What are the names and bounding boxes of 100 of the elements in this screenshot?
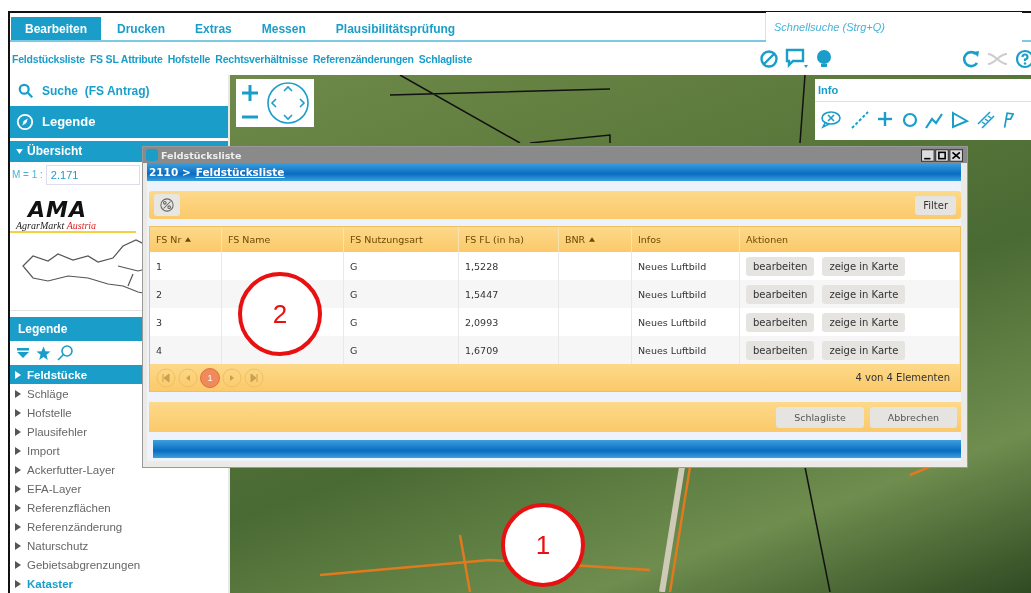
row-action-button[interactable]: bearbeiten xyxy=(746,284,815,304)
row-action-button[interactable]: zeige in Karte xyxy=(822,256,906,276)
legend-item[interactable]: Plausifehler xyxy=(10,422,228,441)
expand-arrow-icon xyxy=(15,427,21,436)
expand-arrow-icon xyxy=(15,389,21,398)
search-icon[interactable] xyxy=(57,345,73,361)
column-header[interactable]: FS Nr xyxy=(150,227,222,252)
legend-item[interactable]: Hofstelle xyxy=(10,403,228,422)
row-action-button[interactable]: bearbeiten xyxy=(746,256,815,276)
menu-tab[interactable]: Plausibilitätsprüfung xyxy=(321,17,470,40)
legend-item-label: Schläge xyxy=(27,387,69,400)
item-count: 4 von 4 Elementen xyxy=(855,372,950,383)
expand-arrow-icon xyxy=(15,408,21,417)
sort-ascending-icon xyxy=(589,237,596,242)
dialog-button[interactable]: Schlagliste xyxy=(776,406,864,428)
table-cell: 1,5228 xyxy=(465,260,499,272)
menu-tab[interactable]: Extras xyxy=(181,17,246,40)
table-cell: 1,6709 xyxy=(465,344,499,356)
filter-icon[interactable] xyxy=(16,346,30,360)
legend-item-label: Referenzänderung xyxy=(27,520,123,533)
row-action-button[interactable]: bearbeiten xyxy=(746,340,815,360)
circle-icon[interactable] xyxy=(902,112,918,128)
refresh-icon[interactable] xyxy=(961,48,981,69)
logo-name: AgrarMarkt Austria xyxy=(16,220,98,231)
star-icon[interactable] xyxy=(36,345,51,361)
column-header[interactable]: BNR xyxy=(559,227,632,252)
column-header[interactable]: Infos xyxy=(632,227,740,252)
column-header[interactable]: FS Name xyxy=(222,227,344,252)
pan-control-icon[interactable] xyxy=(266,81,310,125)
quick-search-field[interactable]: Schnellsuche (Strg+Q) xyxy=(766,11,1022,42)
compass-icon xyxy=(16,112,34,131)
last-page-icon[interactable] xyxy=(244,367,264,388)
menu-tab[interactable]: Drucken xyxy=(103,17,180,40)
legend-item[interactable]: Kataster xyxy=(10,574,228,593)
breadcrumb-number: 2110 > xyxy=(149,166,191,178)
expand-arrow-icon xyxy=(15,484,21,493)
expand-arrow-icon xyxy=(15,541,21,550)
row-action-button[interactable]: zeige in Karte xyxy=(822,312,906,332)
table-cell: 2,0993 xyxy=(465,316,499,328)
legend-item-label: Referenzflächen xyxy=(27,501,111,514)
scale-field[interactable]: 2.171 xyxy=(45,165,140,185)
row-action-button[interactable]: zeige in Karte xyxy=(822,340,906,360)
previous-page-icon[interactable] xyxy=(178,367,198,388)
help-icon[interactable] xyxy=(1015,48,1031,69)
legend-item[interactable]: Gebietsabgrenzungen xyxy=(10,555,228,574)
toolbar-link[interactable]: Referenzänderungen xyxy=(312,52,414,65)
reset-button[interactable] xyxy=(154,194,180,216)
filter-button[interactable]: Filter xyxy=(915,195,956,215)
hatched-strip-icon[interactable] xyxy=(976,110,996,130)
legend-item[interactable]: Ackerfutter-Layer xyxy=(10,460,228,479)
legend-item-label: Gebietsabgrenzungen xyxy=(27,558,141,571)
table-cell: 4 xyxy=(156,344,163,356)
row-action-button[interactable]: zeige in Karte xyxy=(822,284,906,304)
row-action-button[interactable]: bearbeiten xyxy=(746,312,815,332)
table-cell: Neues Luftbild xyxy=(638,316,707,328)
menu-tab[interactable]: Bearbeiten xyxy=(11,17,102,40)
legend-item-label: EFA-Layer xyxy=(27,482,82,495)
logo-mark: AMA xyxy=(26,200,88,220)
column-header[interactable]: FS Nutzungsart xyxy=(344,227,459,252)
legend-item-label: Naturschutz xyxy=(27,539,89,552)
legend-item-label: Feldstücke xyxy=(27,368,88,381)
search-label: Suche (FS Antrag) xyxy=(42,83,150,98)
table-cell: Neues Luftbild xyxy=(638,344,707,356)
column-header[interactable]: Aktionen xyxy=(740,227,960,252)
expand-arrow-icon xyxy=(15,522,21,531)
legend-button[interactable]: Legende xyxy=(10,106,228,138)
toolbar-link[interactable]: Schlagliste xyxy=(418,52,473,65)
toolbar-link[interactable]: Feldstücksliste xyxy=(12,52,85,65)
legend-item[interactable]: Referenzflächen xyxy=(10,498,228,517)
legend-item[interactable]: Referenzänderung xyxy=(10,517,228,536)
legend-item[interactable]: Naturschutz xyxy=(10,536,228,555)
expand-arrow-icon xyxy=(15,370,21,379)
caret-icon xyxy=(16,148,23,154)
speech-bubble-icon[interactable] xyxy=(785,47,809,70)
table-cell: 1 xyxy=(156,260,163,272)
search-link[interactable]: Suche (FS Antrag) xyxy=(10,75,228,107)
toolbar-link[interactable]: FS SL Attribute xyxy=(89,52,163,65)
expand-arrow-icon xyxy=(15,560,21,569)
expand-arrow-icon xyxy=(15,503,21,512)
flag-icon[interactable] xyxy=(1002,110,1014,130)
table-cell: G xyxy=(350,260,358,272)
toolbar-link[interactable]: Rechtsverhältnisse xyxy=(215,52,308,65)
column-header[interactable]: FS FL (in ha) xyxy=(459,227,559,252)
prohibited-icon[interactable] xyxy=(759,48,779,69)
window-buttons-icon[interactable] xyxy=(921,148,963,162)
toolbar-link[interactable]: Hofstelle xyxy=(167,52,211,65)
next-page-icon[interactable] xyxy=(222,367,242,388)
menu-tab[interactable]: Messen xyxy=(247,17,320,40)
triangle-icon[interactable] xyxy=(950,110,970,130)
info-bubble-icon[interactable] xyxy=(820,110,844,130)
legend-item[interactable]: EFA-Layer xyxy=(10,479,228,498)
legend-item-label: Ackerfutter-Layer xyxy=(27,463,116,476)
line-measure-icon[interactable] xyxy=(850,110,870,130)
first-page-icon[interactable] xyxy=(156,367,176,388)
breadcrumb-link[interactable]: Feldstücksliste xyxy=(195,166,285,178)
table-cell: Neues Luftbild xyxy=(638,260,707,272)
table-cell: G xyxy=(350,344,358,356)
dialog-button[interactable]: Abbrechen xyxy=(869,406,957,428)
search-icon xyxy=(18,82,34,99)
legend-item[interactable]: Import xyxy=(10,441,228,460)
